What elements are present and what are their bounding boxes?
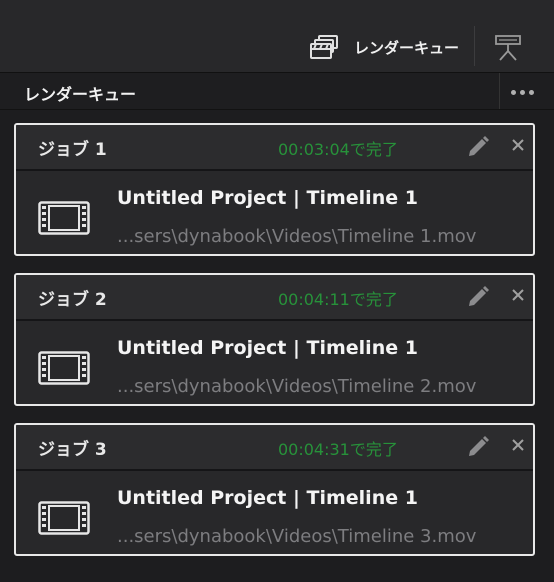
job-output-path: ...sers\dynabook\Videos\Timeline 3.mov: [117, 526, 477, 547]
job-status: 00:04:31で完了: [278, 440, 398, 459]
panel-title: レンダーキュー: [24, 85, 137, 104]
more-dots-icon[interactable]: [511, 87, 543, 97]
film-icon: [38, 201, 90, 235]
render-job-card[interactable]: ジョブ 1 00:03:04で完了 Untitled Project | Tim…: [14, 123, 535, 256]
job-name: Untitled Project | Timeline 1: [117, 187, 418, 209]
pencil-icon[interactable]: [466, 285, 490, 309]
monitor-icon[interactable]: [494, 34, 522, 62]
render-queue-toggle-label: レンダーキュー: [354, 38, 460, 57]
render-queue-panel-header: レンダーキュー: [0, 73, 554, 110]
close-icon[interactable]: [508, 285, 528, 305]
job-title: ジョブ 1: [38, 140, 107, 160]
job-header: ジョブ 2 00:04:11で完了: [16, 275, 533, 321]
job-body: Untitled Project | Timeline 1 ...sers\dy…: [16, 321, 533, 404]
job-status: 00:03:04で完了: [278, 140, 398, 159]
job-body: Untitled Project | Timeline 1 ...sers\dy…: [16, 471, 533, 554]
job-output-path: ...sers\dynabook\Videos\Timeline 2.mov: [117, 376, 477, 397]
job-name: Untitled Project | Timeline 1: [117, 337, 418, 359]
header-divider: [499, 73, 500, 109]
film-icon: [38, 351, 90, 385]
job-body: Untitled Project | Timeline 1 ...sers\dy…: [16, 171, 533, 254]
render-job-card[interactable]: ジョブ 3 00:04:31で完了 Untitled Project | Tim…: [14, 423, 535, 556]
pencil-icon[interactable]: [466, 135, 490, 159]
job-header: ジョブ 1 00:03:04で完了: [16, 125, 533, 171]
close-icon[interactable]: [508, 135, 528, 155]
render-queue-toggle-button[interactable]: レンダーキュー: [310, 30, 459, 64]
toolbar-divider: [474, 26, 475, 66]
job-name: Untitled Project | Timeline 1: [117, 487, 418, 509]
job-status: 00:04:11で完了: [278, 290, 398, 309]
render-job-card[interactable]: ジョブ 2 00:04:11で完了 Untitled Project | Tim…: [14, 273, 535, 406]
job-header: ジョブ 3 00:04:31で完了: [16, 425, 533, 471]
close-icon[interactable]: [508, 435, 528, 455]
pencil-icon[interactable]: [466, 435, 490, 459]
job-title: ジョブ 2: [38, 290, 107, 310]
clapperboard-stack-icon: [310, 35, 338, 59]
job-output-path: ...sers\dynabook\Videos\Timeline 1.mov: [117, 226, 477, 247]
top-toolbar: レンダーキュー: [0, 0, 554, 73]
job-title: ジョブ 3: [38, 440, 107, 460]
film-icon: [38, 501, 90, 535]
